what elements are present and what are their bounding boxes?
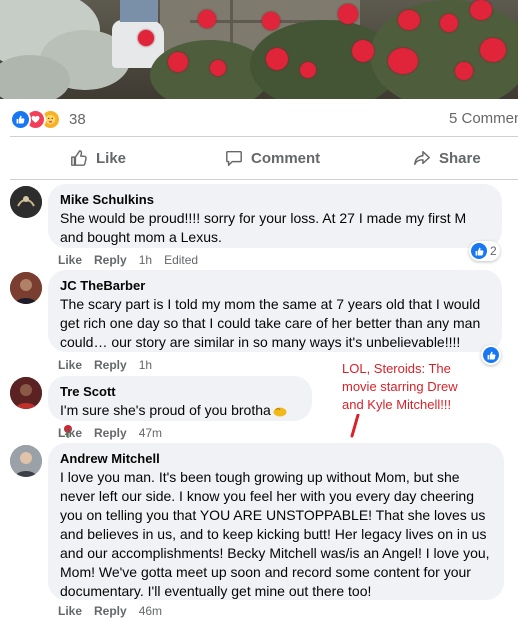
comment-actions: Like Reply 46m xyxy=(58,604,174,618)
comment-count[interactable]: 5 Commen xyxy=(449,110,518,127)
comment-text: The scary part is I told my mom the same… xyxy=(60,296,481,350)
annotation-arrow xyxy=(350,414,360,438)
share-button[interactable]: Share xyxy=(413,137,481,179)
comment-like-link[interactable]: Like xyxy=(58,358,82,372)
comment-button[interactable]: Comment xyxy=(225,137,320,179)
avatar[interactable] xyxy=(10,186,42,218)
annotation-overlay: LOL, Steroids: The movie starring Drew a… xyxy=(342,360,482,414)
comment-bubble: JC TheBarber The scary part is I told my… xyxy=(48,270,502,352)
comment-like-link[interactable]: Like xyxy=(58,604,82,618)
hug-emoji-icon xyxy=(273,403,287,422)
comment-reaction-badge[interactable] xyxy=(481,345,501,365)
comment-timestamp[interactable]: 1h xyxy=(139,253,152,267)
comment-like-link[interactable]: Like xyxy=(58,253,82,267)
comment-bubble: Andrew Mitchell I love you man. It's bee… xyxy=(48,443,504,600)
comment-reply-link[interactable]: Reply xyxy=(94,604,127,618)
like-icon xyxy=(483,347,499,363)
avatar[interactable] xyxy=(10,272,42,304)
post-action-bar: Like Comment Share xyxy=(10,136,518,180)
avatar[interactable] xyxy=(10,377,42,409)
annotation-line: and Kyle Mitchell!!! xyxy=(342,397,452,412)
comment-icon xyxy=(226,150,242,166)
avatar[interactable] xyxy=(10,445,42,477)
comment-actions: Like Reply 1h xyxy=(58,358,164,372)
like-button-label: Like xyxy=(96,149,127,167)
comment-reply-link[interactable]: Reply xyxy=(94,358,127,372)
comment-bubble: Tre Scott I'm sure she's proud of you br… xyxy=(48,376,312,438)
like-button[interactable]: Like xyxy=(70,137,126,179)
comment-author[interactable]: JC TheBarber xyxy=(60,278,490,293)
comment-edited-label: Edited xyxy=(164,253,199,267)
comment-timestamp[interactable]: 1h xyxy=(139,358,152,372)
comment-actions: Like Reply 47m xyxy=(58,426,174,440)
comment-author[interactable]: Andrew Mitchell xyxy=(60,451,492,466)
comment-reply-link[interactable]: Reply xyxy=(94,426,127,440)
comment-timestamp[interactable]: 46m xyxy=(139,604,162,618)
comment-text: I love you man. It's been tough growing … xyxy=(60,469,490,599)
post-photo[interactable] xyxy=(0,0,518,99)
annotation-line: LOL, Steroids: The xyxy=(342,361,451,376)
comment-reaction-count: 2 xyxy=(490,244,497,258)
comment-author[interactable]: Mike Schulkins xyxy=(60,192,490,207)
reaction-count: 38 xyxy=(69,110,86,128)
comment-bubble: Mike Schulkins She would be proud!!!! so… xyxy=(48,184,502,248)
comment-text: She would be proud!!!! sorry for your lo… xyxy=(60,210,467,245)
comment-author[interactable]: Tre Scott xyxy=(60,384,300,399)
comment-reaction-badge[interactable]: 2 xyxy=(469,241,500,261)
annotation-line: movie starring Drew xyxy=(342,379,458,394)
comment-timestamp[interactable]: 47m xyxy=(139,426,162,440)
thumbs-up-icon xyxy=(71,150,87,166)
like-icon xyxy=(10,108,31,130)
like-icon xyxy=(471,243,487,259)
comment-actions: Like Reply 1h Edited xyxy=(58,253,210,267)
share-button-label: Share xyxy=(439,149,481,167)
comment-button-label: Comment xyxy=(251,149,321,167)
comment-like-link[interactable]: Like xyxy=(58,426,82,440)
share-icon xyxy=(414,150,430,166)
reaction-summary[interactable]: 38 xyxy=(10,108,86,130)
comment-text-body: I'm sure she's proud of you brotha xyxy=(60,402,271,418)
comment-reply-link[interactable]: Reply xyxy=(94,253,127,267)
